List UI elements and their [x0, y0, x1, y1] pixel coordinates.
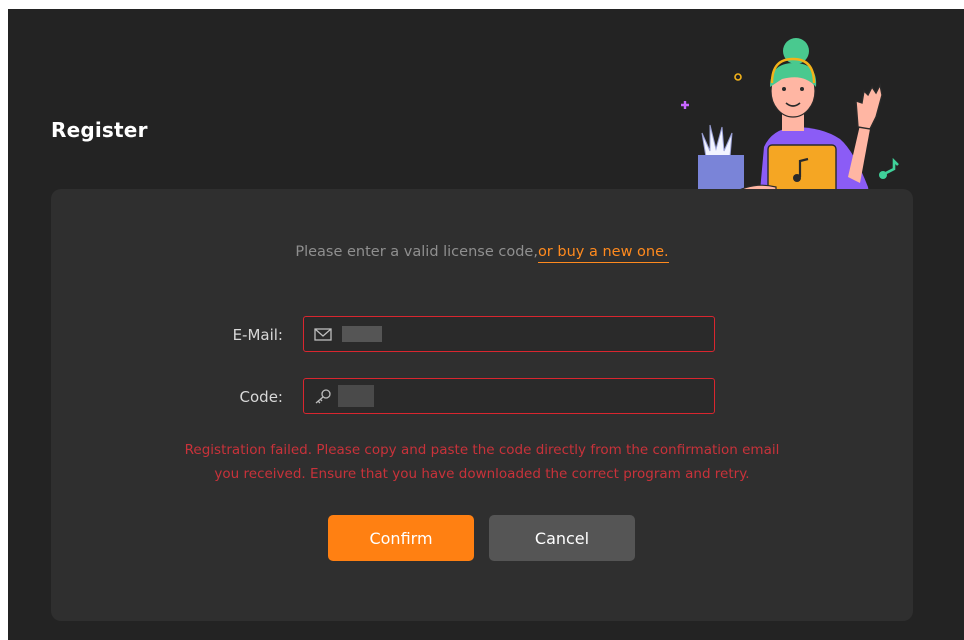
error-message: Registration failed. Please copy and pas… [111, 438, 853, 486]
buy-new-link[interactable]: or buy a new one. [537, 244, 669, 263]
license-hint: Please enter a valid license code,or buy… [51, 244, 913, 263]
confirm-button[interactable]: Confirm [328, 515, 474, 561]
envelope-icon [314, 328, 332, 341]
code-redaction [338, 385, 374, 407]
email-label: E-Mail: [232, 326, 283, 344]
music-listener-illustration [681, 38, 899, 213]
error-line-2: you received. Ensure that you have downl… [214, 466, 750, 482]
code-input[interactable] [342, 379, 704, 415]
sparkle-plus [681, 101, 689, 109]
code-label: Code: [239, 388, 283, 406]
sparkle-dot [734, 73, 742, 81]
register-card: Please enter a valid license code,or buy… [51, 189, 913, 621]
register-window: Register Please enter a valid license co… [8, 9, 964, 640]
page-title: Register [51, 118, 148, 142]
code-field[interactable] [303, 378, 715, 415]
cancel-button[interactable]: Cancel [489, 515, 635, 561]
email-field[interactable] [303, 316, 715, 353]
key-icon [315, 389, 331, 404]
error-line-1: Registration failed. Please copy and pas… [184, 442, 780, 458]
email-input[interactable] [342, 317, 704, 353]
music-note-green-icon [883, 157, 899, 176]
email-redaction [342, 326, 382, 342]
hint-text: Please enter a valid license code, [295, 244, 538, 260]
